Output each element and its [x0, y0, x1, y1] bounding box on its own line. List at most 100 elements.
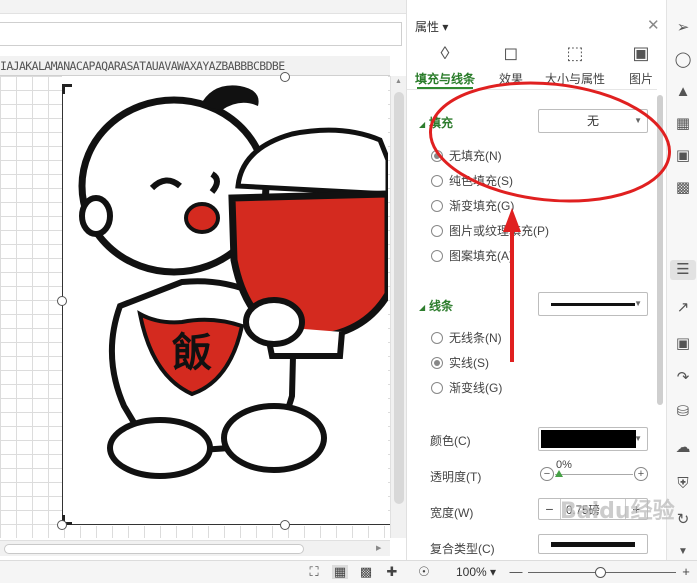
radio-solid-line[interactable]: 实线(S) [431, 355, 489, 371]
zoom-slider-knob[interactable] [595, 567, 606, 578]
horizontal-scroll-thumb[interactable] [4, 544, 304, 554]
picture-icon: ▣ [632, 43, 650, 63]
radio-gradient-line[interactable]: 渐变线(G) [431, 380, 502, 396]
tab-label: 填充与线条 [415, 72, 476, 86]
radio-dot [431, 250, 443, 262]
vertical-scrollbar[interactable]: ▲ [390, 76, 406, 538]
radio-dot [431, 382, 443, 394]
zoom-dropdown[interactable]: 100% ▾ [456, 565, 496, 579]
zoom-out-button[interactable]: — [508, 565, 524, 579]
size-properties-icon: ⬚ [566, 43, 584, 63]
eye-protection-icon[interactable]: ☉ [416, 565, 432, 579]
width-increase-button[interactable]: + [625, 499, 647, 519]
transparency-label: 透明度(T) [430, 470, 482, 484]
export-icon[interactable]: ↷ [673, 368, 693, 388]
horizontal-scrollbar[interactable]: ▶ [0, 540, 390, 556]
share-icon[interactable]: ↗ [673, 298, 693, 318]
fill-type-dropdown[interactable]: 无 ▼ [538, 109, 648, 133]
radio-label: 图片或纹理填充(P) [449, 224, 549, 238]
column-header[interactable]: IAJAKALAMANACAPAQARASATAUAVAWAXAYAZBABBB… [0, 56, 390, 76]
chart-icon[interactable]: ▩ [673, 178, 693, 198]
line-style-dropdown[interactable]: ▼ [538, 292, 648, 316]
resize-handle-bottom-left[interactable] [57, 520, 67, 530]
radio-gradient-fill[interactable]: 渐变填充(G) [431, 198, 514, 214]
compound-type-dropdown[interactable] [538, 534, 648, 554]
history-icon[interactable]: ↻ [673, 510, 693, 530]
chevron-down-icon: ▼ [634, 116, 642, 125]
radio-label: 实线(S) [449, 356, 489, 370]
width-value[interactable]: 0.75磅 [566, 502, 600, 518]
cloud-icon[interactable]: ☁ [673, 438, 693, 458]
radio-dot [431, 200, 443, 212]
color-label: 颜色(C) [430, 434, 471, 448]
tab-label: 图片 [628, 72, 653, 86]
normal-view-icon[interactable]: ▦ [332, 565, 348, 579]
shapes-icon[interactable]: ◯ [673, 50, 693, 70]
line-color-picker[interactable]: ▼ [538, 427, 648, 451]
shield-icon[interactable]: ⛨ [673, 474, 693, 494]
selection-frame-bottom [62, 524, 390, 525]
select-cursor-icon[interactable]: ➢ [673, 18, 693, 38]
table-icon[interactable]: ▦ [673, 114, 693, 134]
resize-handle-left[interactable] [57, 296, 67, 306]
ribbon-strip [0, 0, 406, 14]
spreadsheet-area: IAJAKALAMANACAPAQARASATAUAVAWAXAYAZBABBB… [0, 0, 406, 583]
close-icon[interactable]: ✕ [647, 16, 660, 34]
radio-picture-texture-fill[interactable]: 图片或纹理填充(P) [431, 223, 549, 239]
expand-more-icon[interactable]: ▼ [673, 542, 693, 562]
panel-scroll-thumb[interactable] [657, 95, 663, 405]
line-heading: 线条 [429, 299, 454, 313]
transparency-slider-knob[interactable] [555, 470, 563, 477]
radio-no-line[interactable]: 无线条(N) [431, 330, 502, 346]
width-decrease-button[interactable]: − [539, 499, 561, 519]
radio-dot [431, 332, 443, 344]
grid-apps-icon[interactable]: ▣ [673, 146, 693, 166]
vertical-scroll-thumb[interactable] [394, 92, 404, 504]
fill-section-header[interactable]: ◢ 填充 [419, 114, 453, 131]
formula-input[interactable] [0, 22, 402, 46]
selected-picture[interactable]: 飯 [62, 76, 392, 526]
width-stepper[interactable]: − 0.75磅 + [538, 498, 648, 520]
radio-label: 渐变填充(G) [449, 199, 515, 213]
scroll-right-icon[interactable]: ▶ [376, 544, 381, 552]
tab-effects[interactable]: ◻ 效果 [481, 42, 541, 90]
radio-no-fill[interactable]: 无填充(N) [431, 148, 502, 164]
line-section-header[interactable]: ◢ 线条 [419, 297, 453, 314]
collapse-caret-icon: ◢ [419, 120, 426, 129]
resize-handle-top[interactable] [280, 72, 290, 82]
app-window: IAJAKALAMANACAPAQARASATAUAVAWAXAYAZBABBB… [0, 0, 697, 583]
properties-panel: 属性 ▾ ✕ ◊ 填充与线条 ◻ 效果 ⬚ 大小与属性 ▣ 图片 ◢ 填充 无 ▼… [406, 0, 666, 560]
resize-handle-bottom[interactable] [280, 520, 290, 530]
radio-label: 图案填充(A) [449, 249, 513, 263]
backup-icon[interactable]: ⛁ [673, 402, 693, 422]
fullscreen-icon[interactable]: ⛶ [306, 565, 322, 579]
scroll-up-icon[interactable]: ▲ [395, 78, 402, 85]
tab-label: 大小与属性 [545, 72, 606, 86]
collapse-caret-icon: ◢ [419, 303, 426, 312]
tab-size-properties[interactable]: ⬚ 大小与属性 [545, 42, 605, 90]
reading-mode-icon[interactable]: ✚ [384, 565, 400, 579]
style-icon[interactable]: ▲ [673, 82, 693, 102]
side-toolbar: ➢ ◯ ▲ ▦ ▣ ▩ ☰ ↗ ▣ ↷ ⛁ ☁ ⛨ ↻ ▼ [666, 0, 697, 560]
panel-title[interactable]: 属性 ▾ [415, 18, 448, 35]
zoom-in-button[interactable]: + [678, 565, 694, 579]
radio-dot [431, 175, 443, 187]
image-icon[interactable]: ▣ [673, 334, 693, 354]
fill-heading: 填充 [429, 116, 454, 130]
radio-dot [431, 357, 443, 369]
page-break-view-icon[interactable]: ▩ [358, 565, 374, 579]
transparency-decrease-button[interactable]: − [540, 467, 554, 481]
radio-pattern-fill[interactable]: 图案填充(A) [431, 248, 513, 264]
transparency-increase-button[interactable]: + [634, 467, 648, 481]
properties-sliders-icon[interactable]: ☰ [670, 260, 696, 280]
tab-fill-line[interactable]: ◊ 填充与线条 [415, 42, 475, 90]
tab-picture[interactable]: ▣ 图片 [611, 42, 666, 90]
crop-corner-top-left[interactable] [62, 84, 72, 94]
status-bar: ⛶ ▦ ▩ ✚ ☉ 100% ▾ — + [0, 560, 697, 583]
radio-label: 渐变线(G) [449, 381, 503, 395]
bib-character: 飯 [172, 330, 212, 376]
color-swatch [541, 430, 636, 448]
transparency-slider[interactable] [555, 474, 633, 475]
radio-solid-fill[interactable]: 纯色填充(S) [431, 173, 513, 189]
compound-type-label: 复合类型(C) [430, 542, 495, 556]
